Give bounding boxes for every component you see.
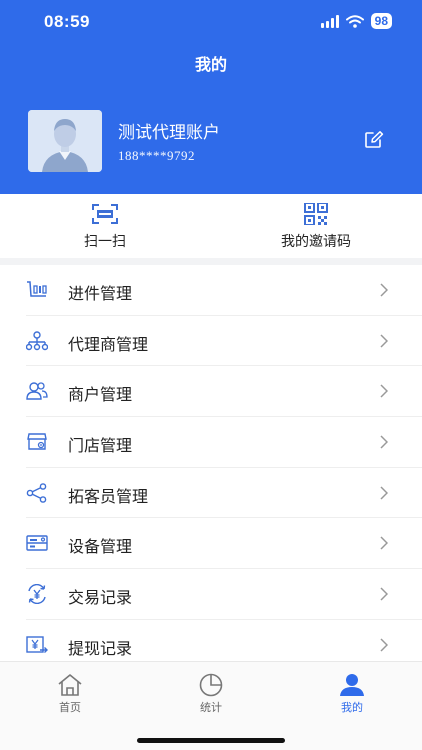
menu-label: 交易记录	[68, 588, 133, 608]
menu-label: 进件管理	[68, 284, 133, 303]
user-name: 测试代理账户	[118, 123, 220, 143]
status-time: 08:59	[44, 12, 90, 31]
menu-label: 设备管理	[68, 537, 133, 557]
transaction-icon	[28, 584, 46, 605]
chevron-right-icon	[380, 435, 388, 449]
profile-icon	[340, 674, 364, 696]
profile-header: 08:59 98 我的 测试代理账户 188****9792	[0, 0, 422, 194]
menu-item-promoters[interactable]: 拓客员管理	[26, 468, 422, 519]
menu-item-transactions[interactable]: 交易记录	[26, 569, 422, 620]
scan-label: 扫一扫	[84, 234, 126, 250]
pie-chart-icon	[199, 673, 223, 697]
menu-label: 商户管理	[68, 385, 133, 405]
share-icon	[26, 482, 47, 503]
menu-item-merchants[interactable]: 商户管理	[26, 366, 422, 418]
wifi-icon	[345, 14, 364, 28]
home-indicator	[137, 738, 285, 743]
tab-label: 统计	[200, 701, 222, 714]
tab-bar: 首页 统计 我的	[0, 661, 422, 750]
menu-list: 进件管理 代理商管理 商户管理 门店管理 拓客员管理 设备管理 交易记录 提现记…	[0, 265, 422, 671]
avatar-person-icon	[28, 110, 102, 172]
tab-home[interactable]: 首页	[0, 662, 140, 722]
chevron-right-icon	[380, 486, 388, 500]
page-title: 我的	[194, 55, 227, 74]
tab-label: 首页	[59, 701, 81, 714]
qr-code-icon	[304, 203, 328, 225]
scan-icon	[92, 204, 118, 224]
chevron-right-icon	[380, 334, 388, 348]
menu-label: 拓客员管理	[68, 486, 149, 506]
merchant-icon	[26, 382, 48, 401]
menu-label: 提现记录	[68, 638, 133, 658]
chevron-right-icon	[380, 384, 388, 398]
tab-stats[interactable]: 统计	[141, 662, 281, 722]
chevron-right-icon	[380, 536, 388, 550]
org-chart-icon	[26, 330, 48, 350]
home-icon	[58, 674, 82, 696]
chevron-right-icon	[380, 283, 388, 297]
store-icon	[27, 433, 47, 450]
menu-item-stores[interactable]: 门店管理	[26, 417, 422, 468]
application-icon	[27, 281, 47, 297]
tab-mine[interactable]: 我的	[282, 662, 422, 722]
quick-actions: 扫一扫 我的邀请码	[0, 194, 422, 258]
battery-indicator: 98	[370, 13, 392, 29]
invite-code-button[interactable]: 我的邀请码	[256, 194, 376, 258]
device-icon	[26, 535, 48, 552]
chevron-right-icon	[380, 638, 388, 652]
tab-label: 我的	[341, 701, 363, 714]
menu-item-applications[interactable]: 进件管理	[26, 265, 422, 316]
menu-label: 代理商管理	[68, 334, 149, 354]
avatar[interactable]	[28, 110, 102, 172]
edit-icon[interactable]	[364, 131, 384, 149]
menu-item-devices[interactable]: 设备管理	[26, 518, 422, 570]
signal-icon	[320, 14, 339, 28]
chevron-right-icon	[380, 587, 388, 601]
section-divider	[0, 258, 422, 265]
menu-item-agents[interactable]: 代理商管理	[26, 316, 422, 367]
user-phone: 188****9792	[118, 148, 195, 163]
scan-button[interactable]: 扫一扫	[55, 194, 155, 258]
menu-label: 门店管理	[68, 436, 133, 456]
invite-code-label: 我的邀请码	[281, 234, 351, 250]
withdraw-icon	[26, 636, 48, 653]
status-bar: 08:59 98	[0, 0, 422, 44]
status-indicators: 98	[320, 13, 392, 29]
